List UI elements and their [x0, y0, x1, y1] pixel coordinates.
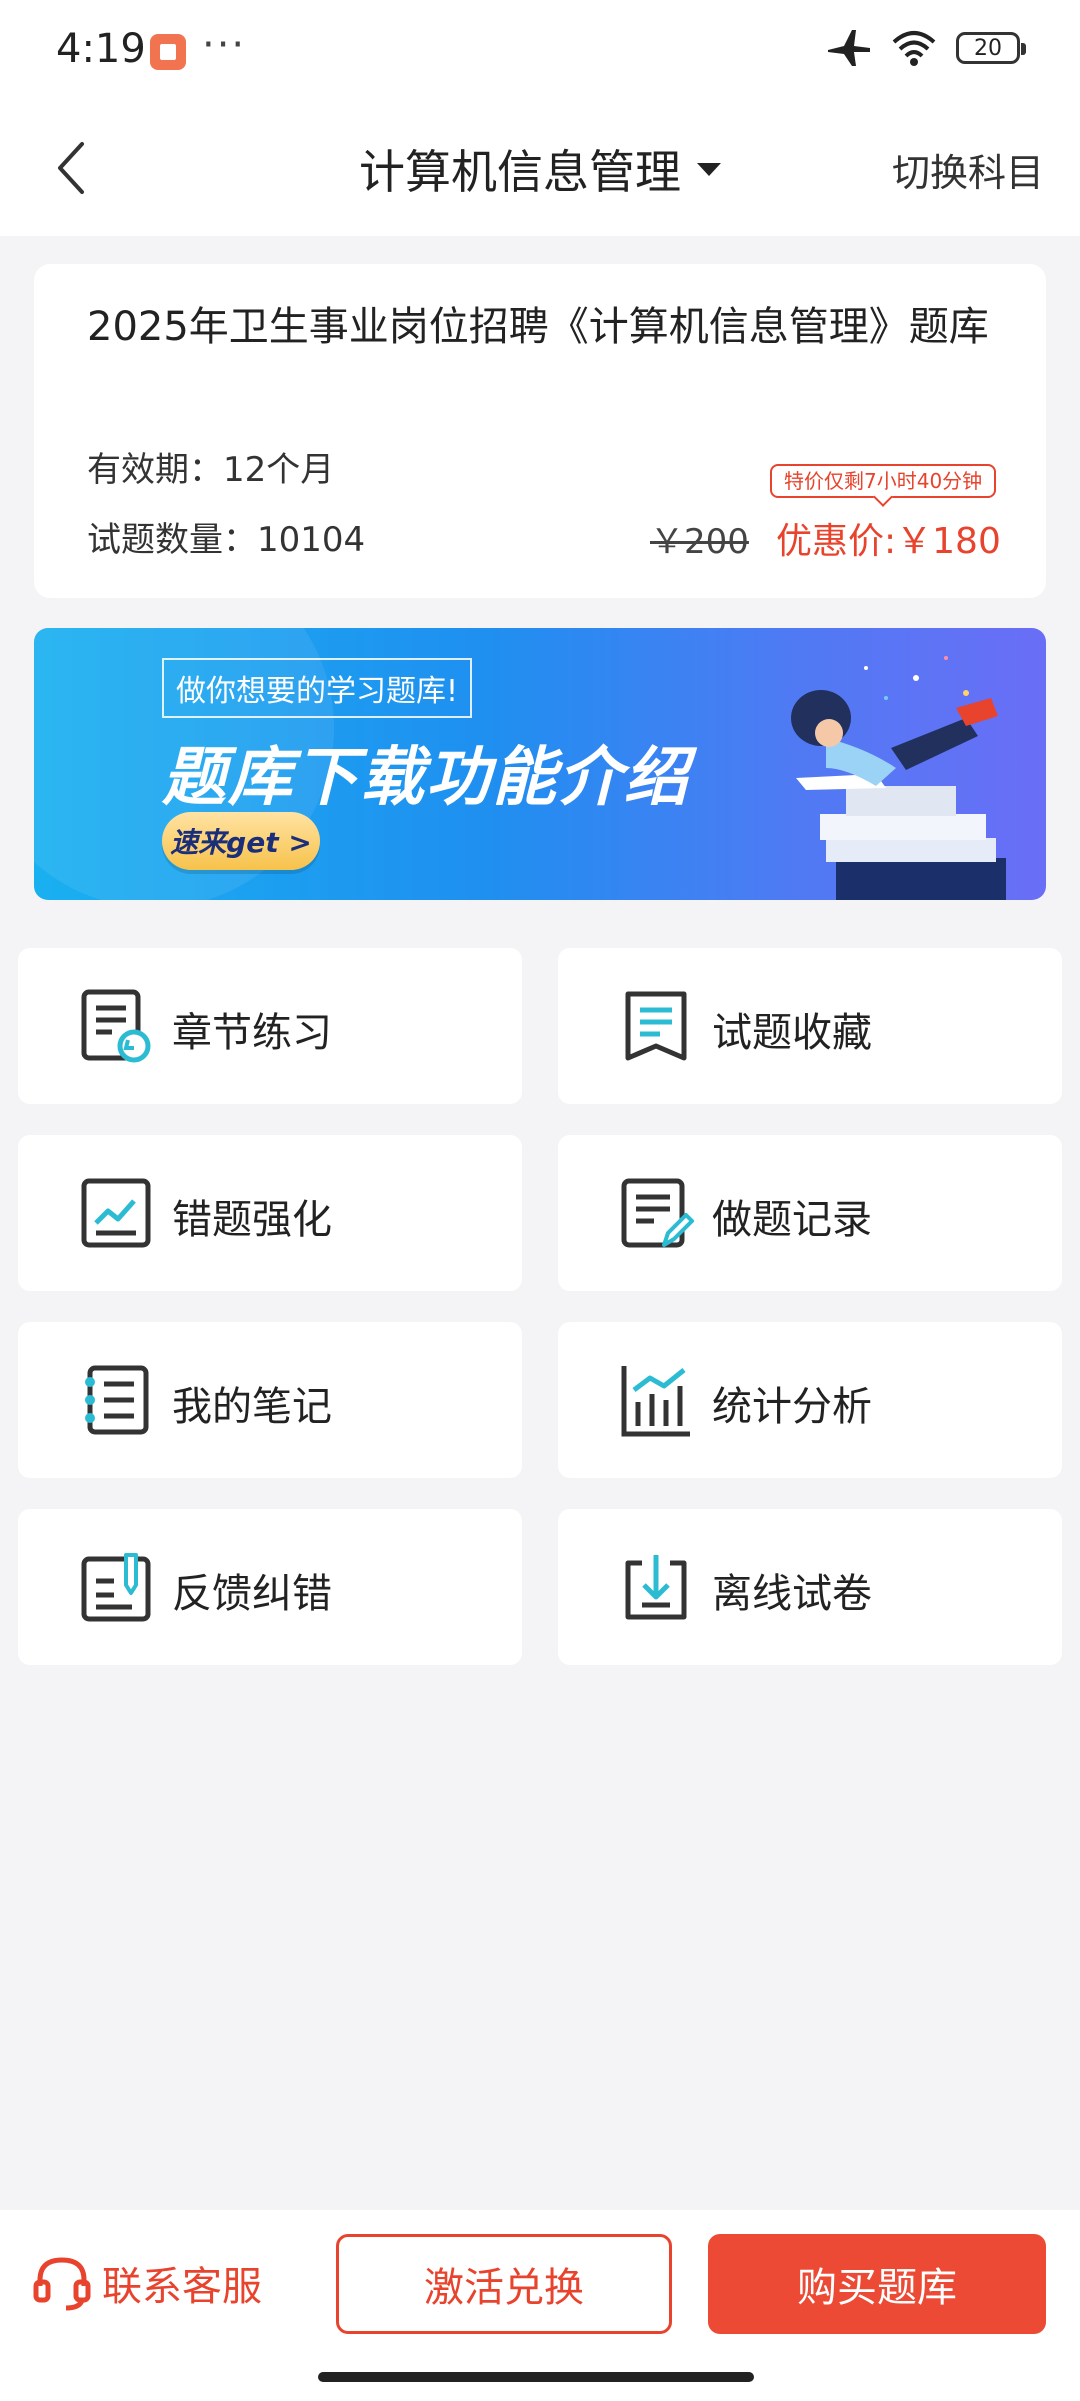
top-bar: 4:19 ··· 20 计算机信息管理 切换科目: [0, 0, 1080, 236]
home-indicator: [318, 2372, 754, 2382]
banner-get-button[interactable]: 速来get >: [162, 812, 320, 870]
switch-subject-button[interactable]: 切换科目: [892, 142, 1044, 197]
grid-item-practice-record[interactable]: 做题记录: [558, 1135, 1062, 1291]
status-icons: 20: [826, 28, 1026, 68]
grid-item-feedback[interactable]: 反馈纠错: [18, 1509, 522, 1665]
grid-item-label: 做题记录: [712, 1197, 872, 1243]
validity-text: 有效期：12个月: [87, 450, 335, 490]
grid-item-label: 反馈纠错: [172, 1571, 332, 1617]
contact-service-label: 联系客服: [102, 2264, 262, 2310]
clock: 4:19: [56, 26, 146, 72]
mistake-chart-icon: [81, 1178, 151, 1248]
promo-price: 优惠价:￥180: [776, 521, 1001, 562]
back-arrow-icon[interactable]: [44, 134, 100, 202]
grid-item-label: 试题收藏: [712, 1010, 872, 1056]
record-edit-icon: [621, 1178, 694, 1248]
buy-question-bank-button[interactable]: 购买题库: [708, 2234, 1046, 2334]
app-notification-icon: [150, 34, 186, 70]
status-bar: 4:19 ··· 20: [0, 0, 1080, 104]
grid-item-mistake-practice[interactable]: 错题强化: [18, 1135, 522, 1291]
bookmark-icon: [625, 991, 687, 1061]
question-bank-card: 2025年卫生事业岗位招聘《计算机信息管理》题库 有效期：12个月 试题数量：1…: [34, 264, 1046, 598]
grid-item-label: 离线试卷: [712, 1571, 872, 1617]
banner-subtitle: 做你想要的学习题库!: [162, 658, 473, 718]
activate-redeem-button[interactable]: 激活兑换: [336, 2234, 672, 2334]
battery-icon: 20: [956, 32, 1026, 64]
notebook-icon: [85, 1365, 149, 1435]
card-title: 2025年卫生事业岗位招聘《计算机信息管理》题库: [87, 304, 989, 350]
chapter-practice-icon: [81, 989, 151, 1063]
download-icon: [625, 1555, 687, 1620]
airplane-icon: [828, 30, 870, 66]
grid-item-label: 章节练习: [172, 1010, 332, 1056]
grid-item-label: 我的笔记: [172, 1384, 332, 1430]
page-title: 计算机信息管理: [359, 145, 681, 199]
grid-item-my-notes[interactable]: 我的笔记: [18, 1322, 522, 1478]
student-reading-illustration: [791, 656, 1006, 900]
grid-item-offline-papers[interactable]: 离线试卷: [558, 1509, 1062, 1665]
grid-item-statistics[interactable]: 统计分析: [558, 1322, 1062, 1478]
original-price: ￥200: [650, 522, 749, 562]
subject-title-dropdown[interactable]: 计算机信息管理: [359, 136, 721, 202]
nav-header: 计算机信息管理 切换科目: [0, 104, 1080, 236]
grid-item-label: 统计分析: [712, 1384, 872, 1430]
grid-item-chapter-practice[interactable]: 章节练习: [18, 948, 522, 1104]
chevron-down-icon: [697, 162, 721, 176]
contact-service-button[interactable]: 联系客服: [32, 2252, 262, 2314]
grid-item-bookmarks[interactable]: 试题收藏: [558, 948, 1062, 1104]
statistics-icon: [621, 1366, 690, 1437]
feedback-icon: [81, 1553, 151, 1622]
download-feature-banner[interactable]: 做你想要的学习题库! 题库下载功能介绍 速来get >: [34, 628, 1046, 900]
bottom-action-bar: 联系客服 激活兑换 购买题库: [0, 2210, 1080, 2401]
grid-item-label: 错题强化: [172, 1197, 332, 1243]
more-notifications-icon: ···: [202, 22, 247, 68]
question-count-text: 试题数量：10104: [87, 520, 366, 560]
headset-icon: [33, 2257, 91, 2311]
battery-level: 20: [974, 35, 1002, 61]
countdown-badge: 特价仅剩7小时40分钟: [770, 464, 997, 498]
wifi-icon: [892, 31, 936, 66]
banner-title: 题库下载功能介绍: [162, 741, 690, 815]
